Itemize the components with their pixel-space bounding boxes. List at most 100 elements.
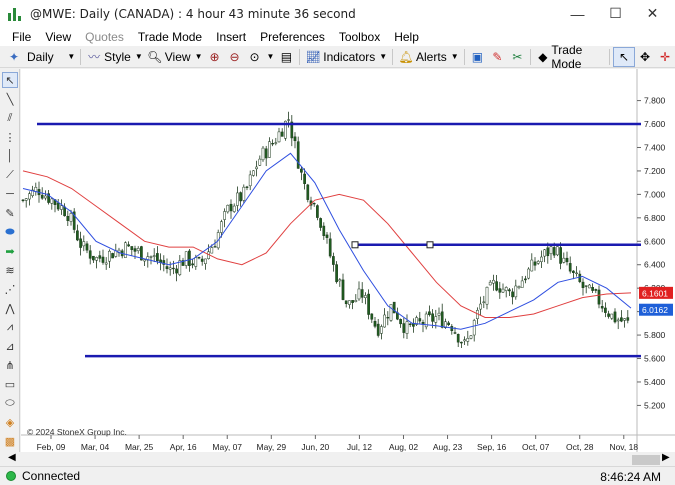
- menu-trade-mode[interactable]: Trade Mode: [131, 30, 209, 44]
- scroll-right-icon[interactable]: ▶: [662, 452, 670, 463]
- crosshair-button[interactable]: ✛: [655, 47, 675, 67]
- zoom-out-button[interactable]: ⊖: [224, 47, 244, 67]
- candle-body: [82, 241, 86, 247]
- candle-body: [370, 313, 374, 320]
- candle-body: [508, 289, 511, 292]
- candle-body: [223, 211, 226, 220]
- candle-body: [495, 281, 498, 291]
- chart-properties-button[interactable]: ▤: [276, 47, 296, 67]
- zoom-options-button[interactable]: ⊙ ▼: [244, 47, 276, 67]
- candle-body: [306, 184, 310, 200]
- candle-body: [325, 234, 329, 238]
- menu-preferences[interactable]: Preferences: [253, 30, 332, 44]
- menu-insert[interactable]: Insert: [209, 30, 253, 44]
- candle-body: [56, 202, 60, 210]
- horizontal-line-tool-icon[interactable]: ─: [2, 186, 18, 202]
- menu-toolbox[interactable]: Toolbox: [332, 30, 387, 44]
- x-tick-label: Mar, 04: [81, 442, 110, 452]
- candle-body: [287, 119, 290, 121]
- ellipse-tool-icon[interactable]: ⬭: [2, 395, 18, 411]
- gann-fan-tool-icon[interactable]: ⋀: [2, 300, 18, 316]
- candle-body: [271, 143, 274, 145]
- candle-body: [357, 288, 361, 300]
- andrews-pitchfork-tool-icon[interactable]: ⋔: [2, 357, 18, 373]
- channel-tool-icon[interactable]: ⟋: [2, 167, 18, 183]
- tools-button[interactable]: ✂: [507, 47, 527, 67]
- candle-body: [469, 335, 473, 339]
- toolbar-separator: [299, 48, 301, 65]
- candle-body: [300, 168, 303, 173]
- menu-quotes[interactable]: Quotes: [78, 30, 131, 44]
- shape-tool-icon[interactable]: ⬬: [2, 224, 18, 240]
- x-tick-label: Oct, 07: [522, 442, 550, 452]
- line-handle: [426, 241, 434, 249]
- speed-lines-tool-icon[interactable]: ⩘: [2, 319, 18, 335]
- parallel-lines-tool-icon[interactable]: ⫽: [2, 110, 18, 126]
- gann-tool-icon[interactable]: ⊿: [2, 338, 18, 354]
- close-button[interactable]: ✕: [630, 0, 675, 27]
- y-tick-label: 7.000: [644, 189, 666, 199]
- candle-body: [431, 313, 434, 322]
- candle-body: [40, 194, 44, 199]
- scissors-icon: ✂: [512, 49, 523, 64]
- line-handle: [351, 241, 359, 249]
- toolbar-separator: [609, 48, 611, 65]
- candle-body: [252, 170, 255, 176]
- text-note-tool-icon[interactable]: ✎: [2, 205, 18, 221]
- marker-tool-icon[interactable]: ◈: [2, 414, 18, 430]
- candle-body: [572, 270, 575, 273]
- candle-body: [434, 316, 438, 323]
- trendline-tool-icon[interactable]: ╲: [2, 91, 18, 107]
- interval-selector[interactable]: ✦ Daily ▼: [4, 47, 77, 67]
- alerts-label: Alerts: [416, 49, 447, 64]
- chart-scrollbar[interactable]: ◀ ▶: [0, 452, 675, 466]
- candle-body: [280, 131, 284, 137]
- trade-mode-icon: ◆: [538, 49, 548, 64]
- alerts-button[interactable]: 🔔︎ Alerts ▼: [396, 47, 461, 67]
- palette-button[interactable]: ✎: [487, 47, 507, 67]
- candle-body: [245, 186, 249, 188]
- view-button[interactable]: 🔍︎ View ▼: [145, 47, 205, 67]
- menu-help[interactable]: Help: [387, 30, 426, 44]
- candle-body: [277, 131, 281, 143]
- scrollbar-thumb[interactable]: [632, 455, 660, 465]
- candle-body: [389, 304, 393, 321]
- last-price-label: 6.1601: [642, 288, 668, 298]
- zoom-in-button[interactable]: ⊕: [204, 47, 224, 67]
- candle-body: [232, 205, 236, 212]
- candle-body: [197, 257, 201, 259]
- scroll-left-icon[interactable]: ◀: [8, 452, 16, 463]
- candle-body: [386, 317, 390, 319]
- candle-body: [466, 338, 470, 342]
- candle-body: [594, 289, 598, 291]
- x-tick-label: Aug, 02: [389, 442, 419, 452]
- pointer-tool-icon[interactable]: ↖: [2, 72, 18, 88]
- style-button[interactable]: 〰 Style ▼: [84, 47, 145, 67]
- cycle-tool-icon[interactable]: ≋: [2, 262, 18, 278]
- candle-body: [492, 279, 495, 284]
- candle-body: [460, 341, 463, 344]
- indicators-button[interactable]: 📈︎ Indicators ▼: [303, 47, 389, 67]
- vertical-line-tool-icon[interactable]: │: [2, 148, 18, 164]
- select-pointer-button[interactable]: ↖: [613, 46, 636, 67]
- candle-body: [156, 253, 159, 262]
- x-tick-label: Nov, 18: [609, 442, 638, 452]
- candle-body: [50, 198, 54, 204]
- connection-status: Connected: [22, 469, 81, 483]
- menu-file[interactable]: File: [0, 30, 38, 44]
- crosshair-move-button[interactable]: ✥: [635, 47, 655, 67]
- copyright-text: © 2024 StoneX Group Inc.: [27, 427, 127, 437]
- note-tool-icon[interactable]: ▩: [2, 433, 18, 449]
- regression-tool-icon[interactable]: ⋰: [2, 281, 18, 297]
- y-tick-label: 6.400: [644, 260, 666, 270]
- candle-body: [380, 326, 383, 334]
- template-button[interactable]: ▣: [467, 47, 487, 67]
- candle-body: [408, 323, 412, 325]
- arrow-tool-icon[interactable]: ➡: [2, 243, 18, 259]
- rectangle-tool-icon[interactable]: ▭: [2, 376, 18, 392]
- menu-view[interactable]: View: [38, 30, 78, 44]
- chart-area[interactable]: 7.800 7.600 7.400 7.200 7.000 6.800 6.600 6.400…: [21, 69, 675, 452]
- trade-mode-button[interactable]: ◆ Trade Mode: [534, 43, 606, 71]
- fibonacci-tool-icon[interactable]: ⋮: [2, 129, 18, 145]
- price-chart[interactable]: 7.800 7.600 7.400 7.200 7.000 6.800 6.600 6.400…: [21, 69, 675, 452]
